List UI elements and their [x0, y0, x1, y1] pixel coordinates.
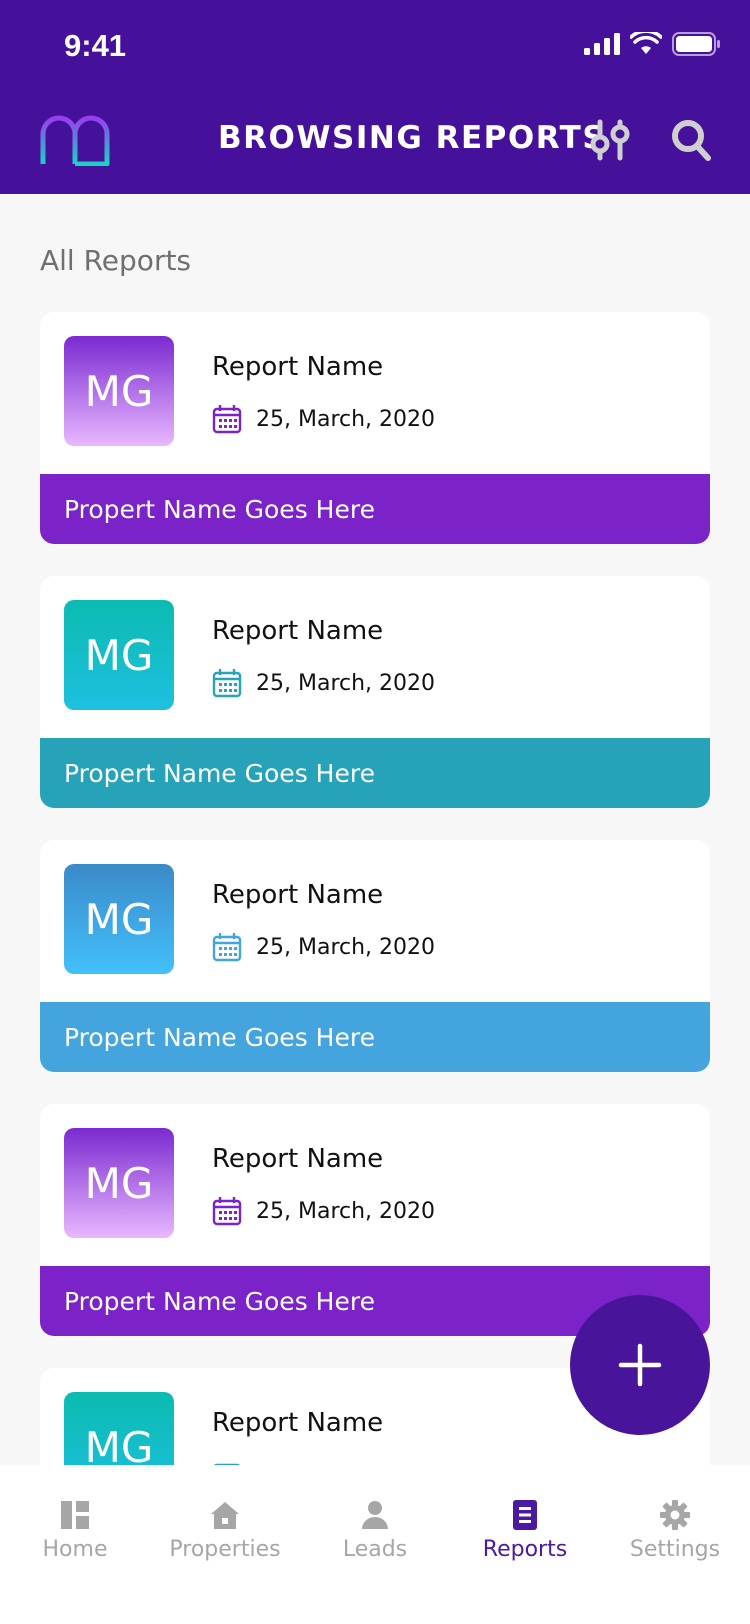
- report-card[interactable]: MG Report Name 25, March, 2020 Propert N…: [40, 840, 710, 1072]
- bottom-tab-bar: Home Properties Leads Reports Settings: [0, 1465, 750, 1624]
- status-time: 9:41: [64, 28, 127, 63]
- report-name: Report Name: [212, 616, 384, 646]
- tab-properties[interactable]: Properties: [150, 1465, 300, 1575]
- plus-icon: [618, 1343, 662, 1387]
- report-date: 25, March, 2020: [256, 406, 436, 432]
- calendar-icon: [212, 669, 242, 698]
- report-card[interactable]: MG Report Name 25, March, 2020 Propert N…: [40, 312, 710, 544]
- tab-home[interactable]: Home: [0, 1465, 150, 1575]
- report-name: Report Name: [212, 352, 384, 382]
- battery-icon: [672, 32, 720, 56]
- report-icon: [513, 1500, 537, 1530]
- report-name: Report Name: [212, 1408, 384, 1438]
- tab-label: Settings: [629, 1537, 721, 1562]
- report-date: 25, March, 2020: [256, 670, 436, 696]
- report-date: 25, March, 2020: [256, 1198, 436, 1224]
- signal-icon: [584, 33, 620, 55]
- avatar: MG: [64, 1128, 174, 1238]
- date-row: 25, March, 2020: [212, 668, 435, 698]
- report-date: 25, March, 2020: [256, 934, 436, 960]
- tab-label: Leads: [342, 1537, 408, 1562]
- avatar: MG: [64, 336, 174, 446]
- tab-settings[interactable]: Settings: [600, 1465, 750, 1575]
- report-name: Report Name: [212, 880, 384, 910]
- calendar-icon: [212, 405, 242, 434]
- house-icon: [211, 1502, 239, 1529]
- date-row: 25, March, 2020: [212, 932, 435, 962]
- tab-label: Properties: [169, 1537, 281, 1562]
- status-icons: [584, 32, 720, 56]
- search-icon[interactable]: [670, 118, 712, 162]
- avatar: MG: [64, 600, 174, 710]
- tab-leads[interactable]: Leads: [300, 1465, 450, 1575]
- report-card[interactable]: MG Report Name 25, March, 2020 Propert N…: [40, 576, 710, 808]
- app-header: 9:41 BROWSING REPORTS: [0, 0, 750, 194]
- section-title: All Reports: [40, 244, 192, 277]
- add-report-button[interactable]: [570, 1295, 710, 1435]
- tab-label: Reports: [482, 1537, 568, 1562]
- gear-icon: [660, 1500, 690, 1530]
- tab-label: Home: [42, 1537, 108, 1562]
- home-icon: [61, 1501, 89, 1529]
- app-logo-icon: [40, 115, 110, 166]
- avatar: MG: [64, 864, 174, 974]
- page-title: BROWSING REPORTS: [218, 120, 607, 156]
- wifi-icon: [630, 32, 662, 54]
- calendar-icon: [212, 933, 242, 962]
- tab-reports[interactable]: Reports: [450, 1465, 600, 1575]
- property-name: Propert Name Goes Here: [40, 1002, 710, 1072]
- date-row: 25, March, 2020: [212, 1196, 435, 1226]
- person-icon: [362, 1501, 388, 1529]
- report-name: Report Name: [212, 1144, 384, 1174]
- filter-icon[interactable]: [590, 118, 630, 162]
- date-row: 25, March, 2020: [212, 404, 435, 434]
- property-name: Propert Name Goes Here: [40, 738, 710, 808]
- property-name: Propert Name Goes Here: [40, 474, 710, 544]
- calendar-icon: [212, 1197, 242, 1226]
